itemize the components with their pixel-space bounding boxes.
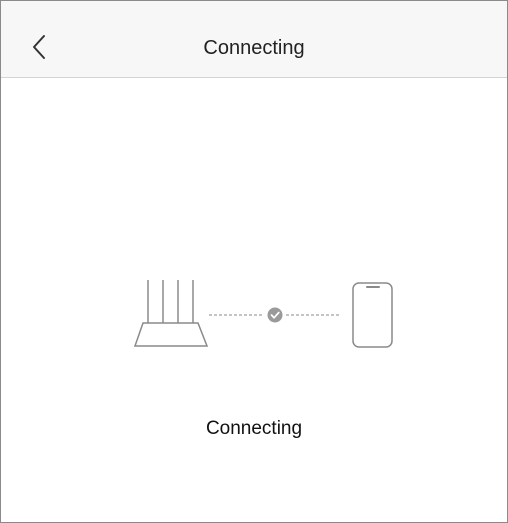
connection-illustration: [133, 280, 393, 348]
connection-status-text: Connecting: [205, 418, 303, 439]
phone-icon: [352, 282, 393, 348]
check-circle-icon: [267, 307, 283, 323]
app-window: Connecting Connecting: [0, 0, 508, 523]
navigation-bar: Connecting: [1, 1, 507, 78]
page-title: Connecting: [203, 37, 305, 59]
router-icon: [133, 280, 209, 347]
